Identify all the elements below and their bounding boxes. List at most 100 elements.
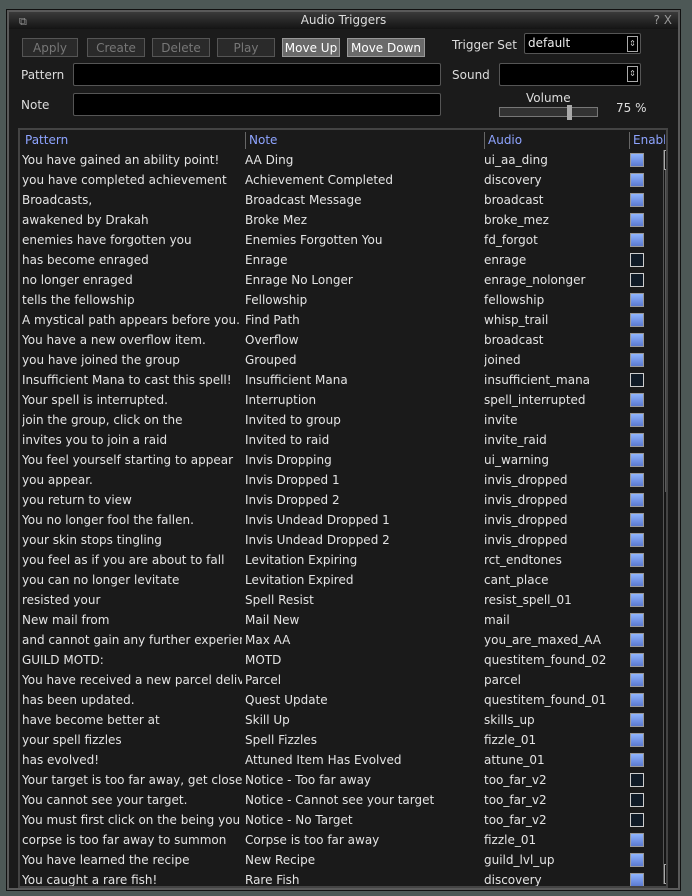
table-row[interactable]: has become enraged Enrage enrage bbox=[20, 250, 660, 270]
table-row[interactable]: corpse is too far away to summon Corpse i… bbox=[20, 830, 660, 850]
apply-button[interactable]: Apply bbox=[22, 38, 78, 57]
note-input[interactable] bbox=[73, 93, 441, 116]
trigger-set-select[interactable]: default ⇕ bbox=[524, 33, 641, 54]
enable-checkbox[interactable] bbox=[630, 313, 644, 327]
enable-checkbox[interactable] bbox=[630, 653, 644, 667]
scrollbar-thumb[interactable] bbox=[665, 170, 666, 492]
table-row[interactable]: your skin stops tingling Invis Undead Dro… bbox=[20, 530, 660, 550]
enable-checkbox[interactable] bbox=[630, 553, 644, 567]
enable-checkbox[interactable] bbox=[630, 673, 644, 687]
help-button[interactable]: ? bbox=[654, 13, 660, 27]
move-up-button[interactable]: Move Up bbox=[282, 38, 340, 57]
enable-checkbox[interactable] bbox=[630, 273, 644, 287]
enable-checkbox[interactable] bbox=[630, 253, 644, 267]
table-row[interactable]: you can no longer levitate Levitation Exp… bbox=[20, 570, 660, 590]
table-row[interactable]: resisted your Spell Resist resist_spell_01 bbox=[20, 590, 660, 610]
spinner-icon[interactable]: ⇕ bbox=[627, 66, 638, 82]
enable-checkbox[interactable] bbox=[630, 633, 644, 647]
table-row[interactable]: You have gained an ability point! AA Ding… bbox=[20, 150, 660, 170]
play-button[interactable]: Play bbox=[217, 38, 275, 57]
enable-checkbox[interactable] bbox=[630, 413, 644, 427]
table-row[interactable]: You caught a rare fish! Rare Fish discover… bbox=[20, 870, 660, 886]
table-row[interactable]: You have received a new parcel delivery!… bbox=[20, 670, 660, 690]
enable-checkbox[interactable] bbox=[630, 693, 644, 707]
enable-checkbox[interactable] bbox=[630, 453, 644, 467]
enable-checkbox[interactable] bbox=[630, 813, 644, 827]
table-row[interactable]: you appear. Invis Dropped 1 invis_dropped bbox=[20, 470, 660, 490]
table-row[interactable]: you have completed achievement Achievemen… bbox=[20, 170, 660, 190]
create-button[interactable]: Create bbox=[87, 38, 145, 57]
close-button[interactable]: X bbox=[664, 13, 672, 27]
table-row[interactable]: have become better at Skill Up skills_up bbox=[20, 710, 660, 730]
enable-checkbox[interactable] bbox=[630, 293, 644, 307]
enable-checkbox[interactable] bbox=[630, 853, 644, 867]
enable-checkbox[interactable] bbox=[630, 153, 644, 167]
table-row[interactable]: You must first click on the being you wi… bbox=[20, 810, 660, 830]
enable-checkbox[interactable] bbox=[630, 533, 644, 547]
table-row[interactable]: Broadcasts, Broadcast Message broadcast bbox=[20, 190, 660, 210]
column-header-audio[interactable]: Audio bbox=[484, 132, 628, 149]
table-row[interactable]: awakened by Drakah Broke Mez broke_mez bbox=[20, 210, 660, 230]
scroll-up-icon[interactable]: ⇕ bbox=[664, 150, 666, 170]
table-row[interactable]: You have learned the recipe New Recipe gui… bbox=[20, 850, 660, 870]
enable-checkbox[interactable] bbox=[630, 433, 644, 447]
table-row[interactable]: Your target is too far away, get closer!… bbox=[20, 770, 660, 790]
enable-checkbox[interactable] bbox=[630, 773, 644, 787]
scrollbar[interactable]: ⇕ ⇕ bbox=[663, 150, 666, 884]
enable-checkbox[interactable] bbox=[630, 473, 644, 487]
volume-slider[interactable] bbox=[499, 105, 598, 120]
enable-checkbox[interactable] bbox=[630, 233, 644, 247]
enable-checkbox[interactable] bbox=[630, 613, 644, 627]
table-row[interactable]: you feel as if you are about to fall Levi… bbox=[20, 550, 660, 570]
move-down-button[interactable]: Move Down bbox=[347, 38, 425, 57]
table-row[interactable]: invites you to join a raid Invited to rai… bbox=[20, 430, 660, 450]
pattern-input[interactable] bbox=[73, 63, 441, 86]
title-bar[interactable]: ⧉ Audio Triggers ? X bbox=[9, 12, 678, 29]
table-row[interactable]: join the group, click on the Invited to g… bbox=[20, 410, 660, 430]
enable-checkbox[interactable] bbox=[630, 753, 644, 767]
table-row[interactable]: A mystical path appears before you. Find … bbox=[20, 310, 660, 330]
table-row[interactable]: You have a new overflow item. Overflow bro… bbox=[20, 330, 660, 350]
table-row[interactable]: Insufficient Mana to cast this spell! Ins… bbox=[20, 370, 660, 390]
enable-checkbox[interactable] bbox=[630, 733, 644, 747]
enable-checkbox[interactable] bbox=[630, 793, 644, 807]
column-header-note[interactable]: Note bbox=[245, 132, 484, 149]
table-row[interactable]: tells the fellowship Fellowship fellowship bbox=[20, 290, 660, 310]
table-row[interactable]: no longer enraged Enrage No Longer enrage_… bbox=[20, 270, 660, 290]
enable-checkbox[interactable] bbox=[630, 513, 644, 527]
enable-checkbox[interactable] bbox=[630, 353, 644, 367]
enable-checkbox[interactable] bbox=[630, 873, 644, 886]
table-row[interactable]: New mail from Mail New mail bbox=[20, 610, 660, 630]
table-row[interactable]: GUILD MOTD: MOTD questitem_found_02 bbox=[20, 650, 660, 670]
minimize-window-icon[interactable]: ⧉ bbox=[19, 13, 27, 30]
sound-select[interactable]: ⇕ bbox=[499, 63, 641, 86]
table-row[interactable]: You feel yourself starting to appear Invi… bbox=[20, 450, 660, 470]
enable-checkbox[interactable] bbox=[630, 393, 644, 407]
scroll-down-icon[interactable]: ⇕ bbox=[664, 864, 666, 884]
enable-checkbox[interactable] bbox=[630, 593, 644, 607]
enable-checkbox[interactable] bbox=[630, 493, 644, 507]
column-header-enable[interactable]: Enable bbox=[629, 132, 665, 149]
column-header-pattern[interactable]: Pattern bbox=[22, 132, 245, 149]
table-row[interactable]: your spell fizzles Spell Fizzles fizzle_01 bbox=[20, 730, 660, 750]
spinner-icon[interactable]: ⇕ bbox=[627, 36, 638, 52]
enable-checkbox[interactable] bbox=[630, 213, 644, 227]
delete-button[interactable]: Delete bbox=[152, 38, 210, 57]
enable-checkbox[interactable] bbox=[630, 573, 644, 587]
enable-checkbox[interactable] bbox=[630, 713, 644, 727]
table-row[interactable]: Your spell is interrupted. Interruption sp… bbox=[20, 390, 660, 410]
table-row[interactable]: enemies have forgotten you Enemies Forgot… bbox=[20, 230, 660, 250]
table-row[interactable]: You cannot see your target. Notice - Cann… bbox=[20, 790, 660, 810]
enable-checkbox[interactable] bbox=[630, 193, 644, 207]
enable-checkbox[interactable] bbox=[630, 373, 644, 387]
enable-checkbox[interactable] bbox=[630, 173, 644, 187]
table-row[interactable]: and cannot gain any further experience u… bbox=[20, 630, 660, 650]
volume-slider-thumb[interactable] bbox=[567, 105, 572, 120]
table-row[interactable]: you return to view Invis Dropped 2 invis_d… bbox=[20, 490, 660, 510]
table-row[interactable]: you have joined the group Grouped joined bbox=[20, 350, 660, 370]
enable-checkbox[interactable] bbox=[630, 333, 644, 347]
table-row[interactable]: has been updated. Quest Update questitem_f… bbox=[20, 690, 660, 710]
table-row[interactable]: has evolved! Attuned Item Has Evolved attu… bbox=[20, 750, 660, 770]
enable-checkbox[interactable] bbox=[630, 833, 644, 847]
table-row[interactable]: You no longer fool the fallen. Invis Unde… bbox=[20, 510, 660, 530]
